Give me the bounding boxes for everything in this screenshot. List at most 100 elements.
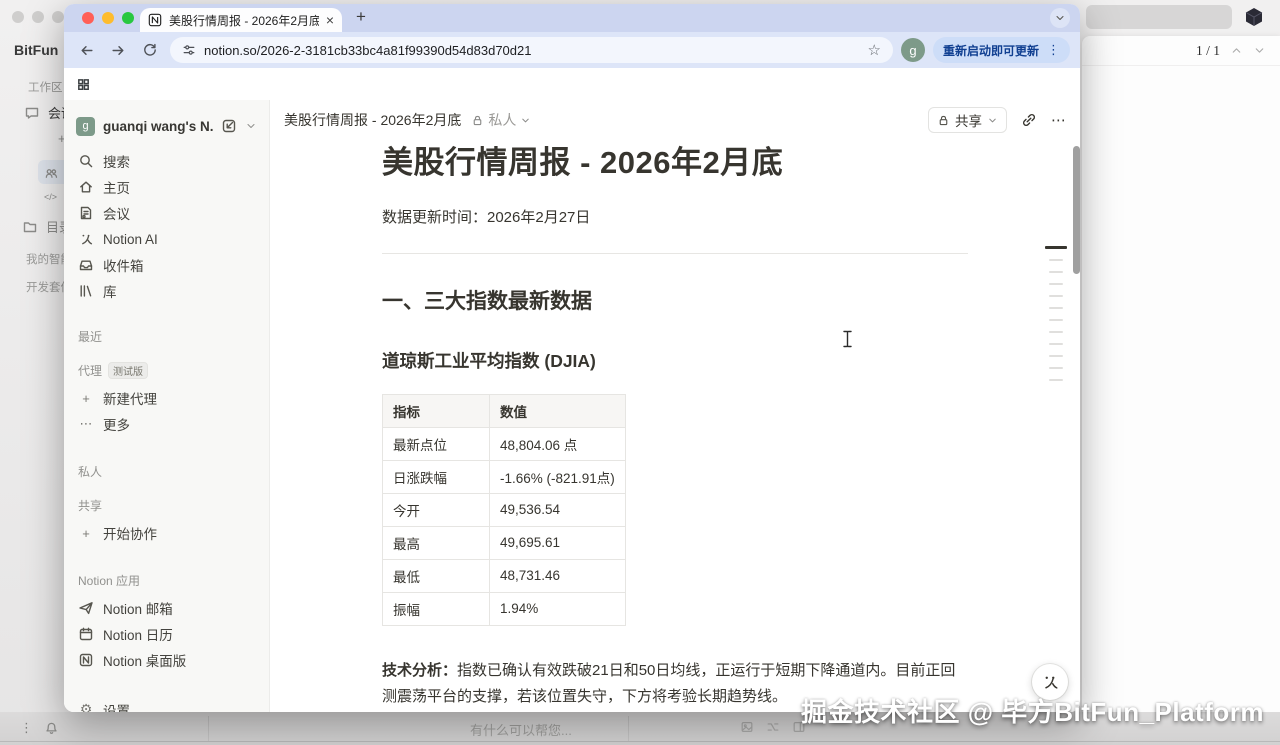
table-row: 最新点位 48,804.06 点	[382, 426, 626, 461]
bitfun-section-workspace: 工作区	[28, 82, 63, 94]
updated-at[interactable]: 数据更新时间：2026年2月27日	[382, 206, 968, 227]
table-cell[interactable]: 49,695.61	[489, 525, 626, 560]
bell-icon[interactable]	[44, 721, 59, 736]
sidebar-item-inbox[interactable]: 收件箱	[64, 252, 269, 278]
library-books-icon	[80, 285, 92, 297]
table-row: 最低 48,731.46	[382, 558, 626, 593]
new-tab-button[interactable]: +	[356, 7, 366, 27]
browser-menu-icon[interactable]: ⋮	[1047, 43, 1060, 58]
site-settings-icon[interactable]	[182, 43, 196, 57]
notion-ai-face-icon	[1045, 676, 1058, 689]
copy-link-icon[interactable]	[1021, 112, 1037, 128]
tab-close-button[interactable]: ×	[326, 13, 334, 27]
page-menu-icon[interactable]: ⋯	[1051, 111, 1066, 129]
browser-tab-strip: 美股行情周报 - 2026年2月底 × +	[64, 4, 1080, 32]
image-icon[interactable]	[740, 720, 754, 734]
search-icon	[80, 155, 93, 168]
browser-tab[interactable]: 美股行情周报 - 2026年2月底 ×	[140, 8, 342, 32]
privacy-status[interactable]: 私人	[471, 110, 531, 130]
breadcrumb[interactable]: 美股行情周报 - 2026年2月底	[284, 110, 461, 130]
lock-icon	[939, 115, 948, 125]
djia-heading[interactable]: 道琼斯工业平均指数 (DJIA)	[382, 348, 968, 373]
sidebar-section-agents: 代理 测试版	[64, 362, 269, 379]
meeting-notes-icon	[80, 206, 92, 220]
table-row: 最高 49,695.61	[382, 525, 626, 560]
sidebar-item-library[interactable]: 库	[64, 278, 269, 304]
plus-icon: +	[82, 525, 90, 541]
bitfun-app-title: BitFun	[14, 42, 59, 58]
notion-logo-icon	[79, 653, 93, 667]
table-row: 振幅 1.94%	[382, 591, 626, 626]
share-button[interactable]: 共享	[928, 107, 1007, 133]
sidebar-item-meetings[interactable]: 会议	[64, 200, 269, 226]
tab-search-chevron[interactable]	[1050, 8, 1070, 28]
table-cell[interactable]: 今开	[382, 492, 490, 527]
zoom-window-button[interactable]	[122, 12, 134, 24]
workflow-icon[interactable]	[766, 720, 780, 734]
sidebar-item-notion-mail[interactable]: Notion 邮箱	[64, 595, 269, 621]
sidebar-item-notion-calendar[interactable]: Notion 日历	[64, 621, 269, 647]
section-heading[interactable]: 一、三大指数最新数据	[382, 285, 968, 315]
sidebar-item-settings[interactable]: ⚙ 设置	[64, 697, 269, 712]
sidebar-item-search[interactable]: 搜索	[64, 148, 269, 174]
table-cell[interactable]: 49,536.54	[489, 492, 626, 527]
chevron-up-icon[interactable]	[1230, 44, 1243, 57]
table-header-cell[interactable]: 数值	[489, 393, 626, 428]
sidebar-item-start-collab[interactable]: + 开始协作	[64, 520, 269, 546]
table-cell[interactable]: 48,731.46	[489, 558, 626, 593]
chat-bubble-icon	[25, 107, 39, 119]
table-header-row: 指标 数值	[382, 393, 626, 428]
minimize-window-button[interactable]	[102, 12, 114, 24]
sidebar-item-new-agent[interactable]: + 新建代理	[64, 385, 269, 411]
close-window-button[interactable]	[82, 12, 94, 24]
bitfun-traffic-lights[interactable]	[12, 11, 64, 23]
kebab-menu-icon[interactable]: ⋮	[20, 721, 33, 736]
table-cell[interactable]: 最高	[382, 525, 490, 560]
table-cell[interactable]: 日涨跌幅	[382, 459, 490, 494]
browser-update-chip[interactable]: 重新启动即可更新 ⋮	[932, 37, 1070, 63]
bookmark-star-icon[interactable]: ☆	[868, 41, 881, 59]
browser-window: 美股行情周报 - 2026年2月底 × + notion.so/2026-2-3…	[64, 4, 1080, 712]
browser-traffic-lights[interactable]	[82, 12, 134, 24]
table-row: 日涨跌幅 -1.66% (-821.91点)	[382, 459, 626, 494]
divider	[382, 252, 968, 254]
sidebar-item-notion-desktop[interactable]: Notion 桌面版	[64, 647, 269, 673]
djia-table[interactable]: 指标 数值 最新点位 48,804.06 点 日涨跌幅 -1.66% (-821…	[382, 393, 626, 626]
table-cell[interactable]: -1.66% (-821.91点)	[489, 459, 626, 494]
browser-profile-avatar[interactable]: g	[900, 38, 925, 62]
sidebar-section-apps: Notion 应用	[78, 574, 141, 588]
people-icon	[45, 169, 58, 178]
table-cell[interactable]: 振幅	[382, 591, 490, 626]
page-counter-bar: 1 / 1	[1082, 36, 1280, 66]
chevron-down-icon[interactable]	[245, 120, 257, 132]
sidebar-item-home[interactable]: 主页	[64, 174, 269, 200]
page-title[interactable]: 美股行情周报 - 2026年2月底	[382, 144, 968, 183]
compose-icon[interactable]	[221, 118, 237, 134]
bitfun-header-field	[1086, 5, 1232, 29]
bitfun-chat-toolbar	[740, 720, 806, 734]
sidebar-item-more[interactable]: ⋯ 更多	[64, 411, 269, 437]
notion-sidebar: g guanqi wang's N... 搜索 主页 会议 Notion AI …	[64, 100, 270, 712]
workspace-name: guanqi wang's N...	[103, 118, 213, 134]
sidebar-item-notion-ai[interactable]: Notion AI	[64, 226, 269, 252]
table-header-cell[interactable]: 指标	[382, 393, 490, 428]
chevron-down-icon[interactable]	[1253, 44, 1266, 57]
address-bar[interactable]: notion.so/2026-2-3181cb33bc4a81f99390d54…	[170, 37, 893, 63]
forward-button[interactable]	[106, 38, 130, 62]
table-cell[interactable]: 最新点位	[382, 426, 490, 461]
apps-grid-icon[interactable]	[76, 77, 91, 92]
lock-icon	[474, 115, 482, 125]
workspace-switcher[interactable]: g guanqi wang's N...	[64, 112, 269, 140]
notion-ai-face-icon	[82, 234, 93, 245]
table-cell[interactable]: 48,804.06 点	[489, 426, 626, 461]
page-scrollbar[interactable]	[1073, 146, 1080, 274]
table-of-contents-indicator[interactable]	[1044, 246, 1068, 391]
reload-button[interactable]	[138, 38, 162, 62]
back-button[interactable]	[74, 38, 98, 62]
page-counter: 1 / 1	[1195, 42, 1220, 58]
url-text[interactable]: notion.so/2026-2-3181cb33bc4a81f99390d54…	[204, 43, 860, 58]
table-cell[interactable]: 1.94%	[489, 591, 626, 626]
table-cell[interactable]: 最低	[382, 558, 490, 593]
bitfun-chat-input[interactable]: 有什么可以帮您...	[470, 720, 572, 739]
notion-main: 美股行情周报 - 2026年2月底 私人 共享 ⋯ 美股行情周报 - 2026年…	[270, 100, 1080, 712]
